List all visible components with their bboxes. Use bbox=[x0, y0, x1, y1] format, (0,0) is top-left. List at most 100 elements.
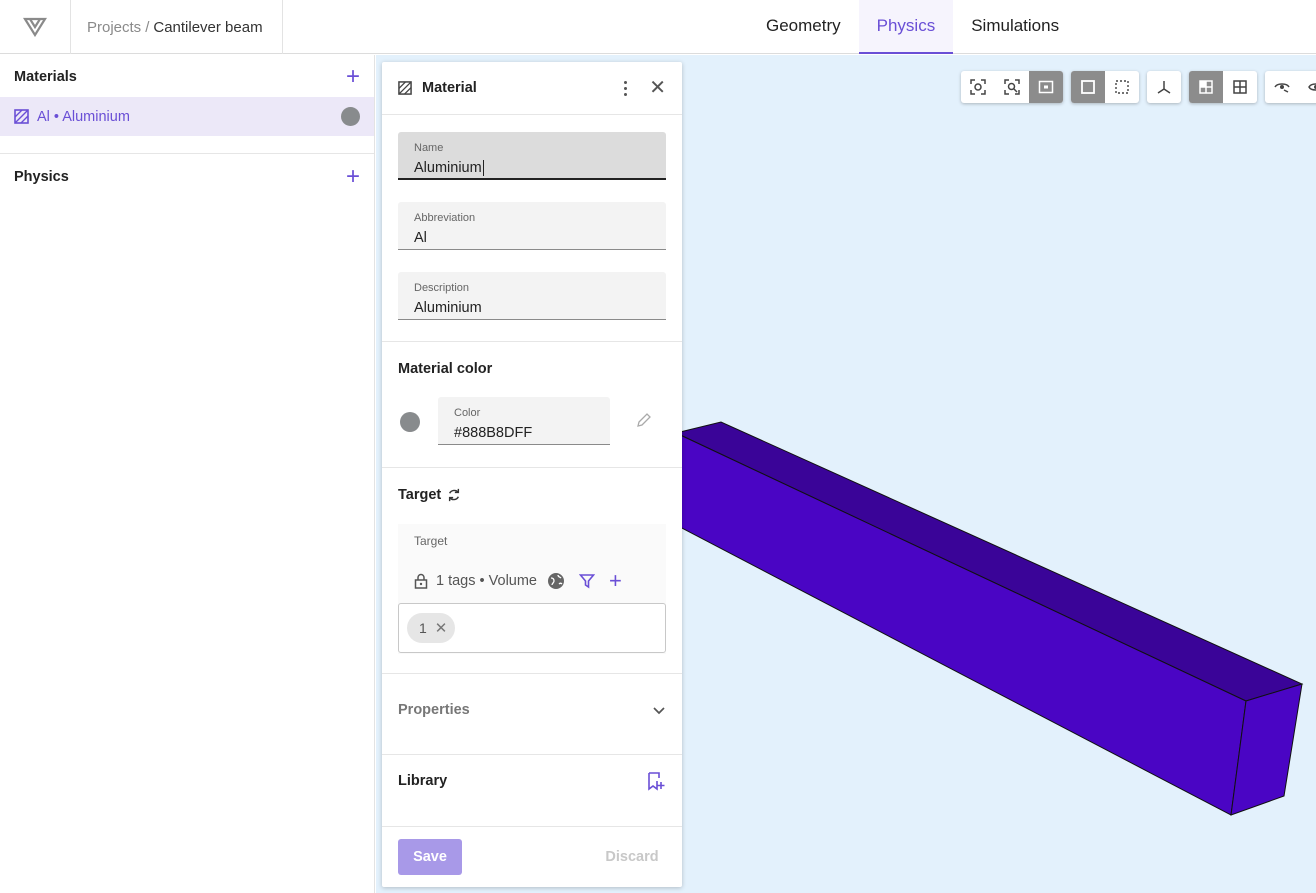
physics-header: Physics + bbox=[0, 157, 374, 197]
materials-header: Materials + bbox=[0, 57, 374, 97]
lock-icon[interactable] bbox=[414, 573, 428, 589]
name-field[interactable]: Name Aluminium bbox=[398, 132, 666, 180]
tag-chip-label: 1 bbox=[419, 620, 427, 636]
section-view-button[interactable] bbox=[1189, 71, 1223, 103]
color-field[interactable]: Color #888B8DFF bbox=[438, 397, 610, 445]
properties-accordion[interactable]: Properties bbox=[398, 702, 666, 718]
tab-geometry[interactable]: Geometry bbox=[748, 0, 859, 54]
panel-title: Material bbox=[422, 80, 477, 96]
abbreviation-field[interactable]: Abbreviation Al bbox=[398, 202, 666, 250]
square-icon bbox=[1081, 80, 1095, 94]
add-material-button[interactable]: + bbox=[346, 65, 360, 89]
add-physics-button[interactable]: + bbox=[346, 165, 360, 189]
box-select-button[interactable] bbox=[1105, 71, 1139, 103]
tab-physics[interactable]: Physics bbox=[858, 0, 954, 54]
library-row: Library bbox=[398, 771, 666, 791]
divider bbox=[382, 826, 682, 827]
target-title-row: Target bbox=[398, 487, 461, 503]
physics-title: Physics bbox=[14, 169, 69, 185]
more-options-icon[interactable] bbox=[615, 80, 635, 96]
breadcrumb-projects[interactable]: Projects bbox=[87, 19, 141, 36]
description-field[interactable]: Description Aluminium bbox=[398, 272, 666, 320]
top-bar: Projects / Cantilever beam Geometry Phys… bbox=[0, 0, 1316, 54]
grid-icon bbox=[1233, 80, 1247, 94]
target-label: Target bbox=[414, 534, 448, 548]
target-summary: 1 tags • Volume bbox=[436, 573, 537, 589]
frame-icon bbox=[1038, 80, 1054, 94]
view-toolbar-fit bbox=[961, 71, 1063, 103]
panel-header: Material ✕ bbox=[382, 62, 682, 115]
breadcrumb-current: Cantilever beam bbox=[153, 18, 263, 36]
materials-title: Materials bbox=[14, 69, 77, 85]
sidebar-divider bbox=[0, 153, 374, 154]
material-panel: Material ✕ Name Aluminium Abbreviation A… bbox=[382, 62, 682, 887]
chevron-down-icon bbox=[653, 707, 665, 715]
grid-view-button[interactable] bbox=[1223, 71, 1257, 103]
zoom-selection-button[interactable] bbox=[1029, 71, 1063, 103]
logo-icon bbox=[23, 17, 47, 37]
view-toolbar-display bbox=[1189, 71, 1257, 103]
main-tabs: Geometry Physics Simulations bbox=[748, 0, 1077, 54]
divider bbox=[382, 754, 682, 755]
zoom-icon bbox=[1004, 79, 1020, 95]
sidebar-item-aluminium[interactable]: Al • Aluminium bbox=[0, 97, 374, 136]
edit-color-icon[interactable] bbox=[636, 412, 652, 428]
add-to-library-icon[interactable] bbox=[646, 771, 666, 791]
breadcrumb-separator: / bbox=[145, 18, 150, 36]
breadcrumb: Projects / Cantilever beam bbox=[71, 0, 283, 54]
material-color-dot bbox=[341, 107, 360, 126]
dashed-square-icon bbox=[1115, 80, 1129, 94]
app-logo[interactable] bbox=[0, 0, 71, 54]
target-summary-row: 1 tags • Volume + bbox=[414, 570, 636, 592]
color-swatch[interactable] bbox=[400, 412, 420, 432]
hatch-material-icon bbox=[398, 81, 412, 95]
abbreviation-value: Al bbox=[414, 230, 427, 246]
view-toolbar-visibility bbox=[1265, 71, 1316, 103]
description-value: Aluminium bbox=[414, 300, 482, 316]
properties-label: Properties bbox=[398, 702, 470, 718]
add-target-button[interactable]: + bbox=[609, 570, 622, 592]
sidebar: Materials + Al • Aluminium Physics + bbox=[0, 55, 375, 893]
filter-button[interactable] bbox=[579, 573, 595, 589]
color-value: #888B8DFF bbox=[454, 425, 533, 441]
fit-all-button[interactable] bbox=[961, 71, 995, 103]
fit-all-icon bbox=[970, 79, 986, 95]
view-toolbar-select bbox=[1071, 71, 1139, 103]
discard-button[interactable]: Discard bbox=[598, 839, 666, 875]
hatch-material-icon bbox=[14, 109, 29, 124]
name-value: Aluminium bbox=[414, 160, 482, 176]
description-label: Description bbox=[414, 282, 470, 294]
refresh-icon[interactable] bbox=[447, 488, 461, 502]
tab-simulations[interactable]: Simulations bbox=[953, 0, 1077, 54]
show-button[interactable] bbox=[1299, 71, 1316, 103]
tag-input[interactable]: 1 ✕ bbox=[398, 603, 666, 653]
hide-button[interactable] bbox=[1265, 71, 1299, 103]
eye-icon bbox=[1308, 83, 1316, 91]
eye-off-icon bbox=[1274, 83, 1290, 93]
divider bbox=[382, 673, 682, 674]
axes-icon bbox=[1157, 81, 1171, 94]
divider bbox=[382, 467, 682, 468]
divider bbox=[382, 341, 682, 342]
material-color-title: Material color bbox=[398, 361, 493, 377]
globe-button[interactable] bbox=[547, 572, 565, 590]
axes-button[interactable] bbox=[1147, 71, 1181, 103]
sidebar-item-label: Al • Aluminium bbox=[37, 108, 130, 125]
save-button[interactable]: Save bbox=[398, 839, 462, 875]
remove-tag-icon[interactable]: ✕ bbox=[435, 619, 448, 637]
zoom-fit-button[interactable] bbox=[995, 71, 1029, 103]
tag-chip[interactable]: 1 ✕ bbox=[407, 613, 456, 643]
select-face-button[interactable] bbox=[1071, 71, 1105, 103]
color-label: Color bbox=[454, 407, 481, 419]
close-icon[interactable]: ✕ bbox=[649, 78, 666, 98]
globe-icon bbox=[548, 573, 564, 589]
target-box: Target 1 tags • Volume + 1 ✕ bbox=[398, 524, 666, 654]
name-label: Name bbox=[414, 142, 444, 154]
text-caret bbox=[482, 160, 484, 176]
target-title: Target bbox=[398, 487, 442, 503]
view-toolbar-axes bbox=[1147, 71, 1181, 103]
library-label: Library bbox=[398, 773, 448, 789]
abbreviation-label: Abbreviation bbox=[414, 212, 476, 224]
section-icon bbox=[1199, 80, 1213, 94]
filter-icon bbox=[579, 574, 595, 589]
